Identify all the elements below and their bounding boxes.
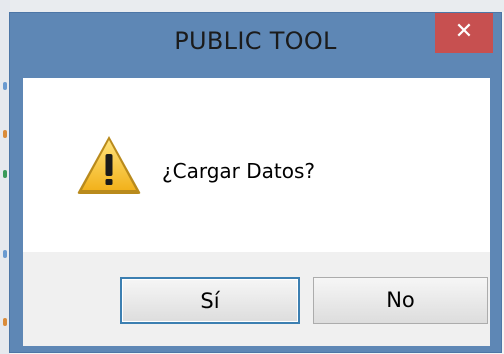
yes-button[interactable]: Sí [120,277,300,324]
dialog-title: PUBLIC TOOL [174,27,337,55]
no-button[interactable]: No [313,277,488,324]
background-mark [3,250,7,258]
dialog-titlebar[interactable]: PUBLIC TOOL ✕ [10,13,501,73]
message-area: ¿Cargar Datos? [23,78,490,252]
background-mark [3,82,7,90]
dialog-message: ¿Cargar Datos? [162,159,316,183]
warning-exclamation-bar [105,154,113,176]
warning-icon [75,132,143,196]
background-mark [3,130,7,138]
message-dialog: PUBLIC TOOL ✕ ¿Cargar Datos? Sí No [9,12,502,353]
background-mark [3,318,7,326]
warning-triangle-svg [77,136,141,194]
background-mark [3,170,7,178]
warning-exclamation-dot [105,179,113,185]
close-icon: ✕ [454,19,474,44]
background-window-edge [0,0,504,12]
dialog-client-area: ¿Cargar Datos? Sí No [23,78,490,346]
close-button[interactable]: ✕ [435,13,493,53]
